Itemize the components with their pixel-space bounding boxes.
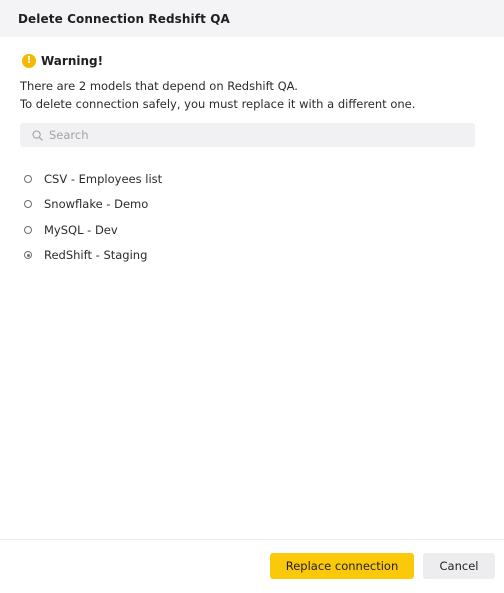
connection-options-list: CSV - Employees list Snowflake - Demo My… <box>24 166 162 268</box>
radio-button[interactable] <box>24 225 32 234</box>
radio-button[interactable] <box>24 200 32 209</box>
radio-button[interactable] <box>24 174 32 183</box>
dialog-header: Delete Connection Redshift QA <box>0 0 504 37</box>
connection-option-label: RedShift - Staging <box>44 248 148 263</box>
exclamation-icon: ! <box>22 54 36 68</box>
radio-button[interactable] <box>24 251 32 260</box>
warning-message: There are 2 models that depend on Redshi… <box>20 77 415 113</box>
connection-option[interactable]: CSV - Employees list <box>24 166 162 192</box>
warning-message-line-2: To delete connection safely, you must re… <box>20 97 416 111</box>
search-icon <box>32 129 43 141</box>
warning-heading: ! Warning! <box>22 54 103 68</box>
search-input[interactable] <box>49 128 449 142</box>
warning-message-line-1: There are 2 models that depend on Redshi… <box>20 79 298 93</box>
dialog-title: Delete Connection Redshift QA <box>18 11 230 26</box>
warning-title: Warning! <box>41 54 104 68</box>
search-box[interactable] <box>20 123 475 147</box>
connection-option-label: CSV - Employees list <box>44 171 163 186</box>
delete-connection-dialog: Delete Connection Redshift QA ! Warning!… <box>0 0 504 593</box>
connection-option-label: Snowflake - Demo <box>44 197 149 212</box>
connection-option[interactable]: RedShift - Staging <box>24 243 162 269</box>
connection-option[interactable]: MySQL - Dev <box>24 217 162 243</box>
replace-connection-button[interactable]: Replace connection <box>270 553 414 579</box>
connection-option-label: MySQL - Dev <box>44 222 118 237</box>
connection-option[interactable]: Snowflake - Demo <box>24 192 162 218</box>
footer-divider <box>0 539 504 540</box>
cancel-button[interactable]: Cancel <box>423 553 495 579</box>
